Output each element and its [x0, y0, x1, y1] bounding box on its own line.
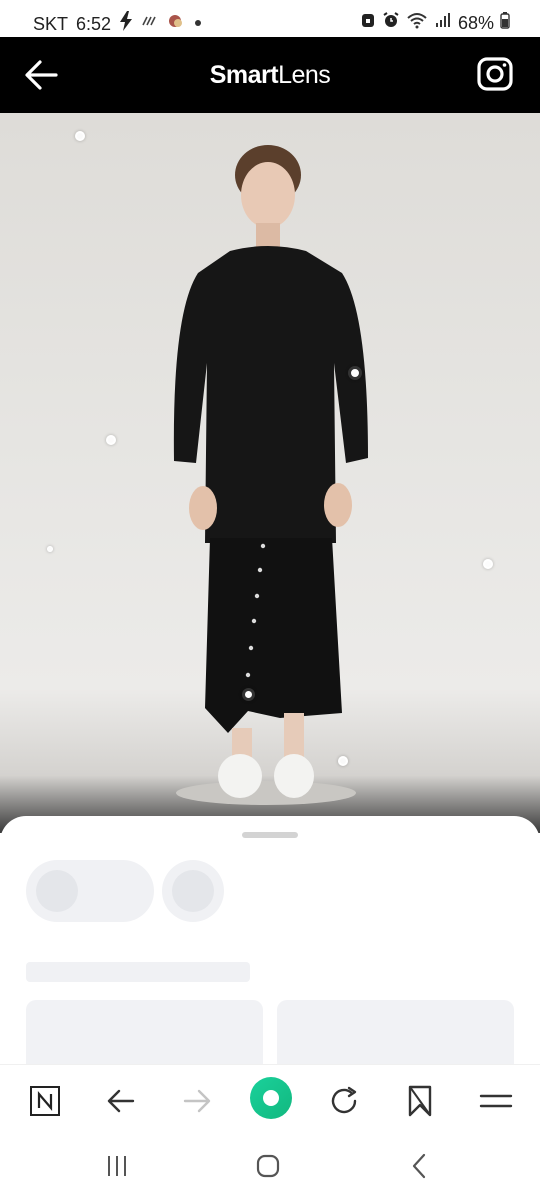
carrier-label: SKT — [33, 13, 69, 34]
home-button[interactable] — [246, 1148, 290, 1184]
bolt-icon — [119, 11, 133, 37]
skeleton-text-line — [26, 962, 250, 982]
hotspot-background-right[interactable] — [483, 559, 493, 569]
skeleton-thumb — [172, 870, 214, 912]
skeleton-card — [26, 1000, 263, 1064]
browser-toolbar — [0, 1064, 540, 1134]
camera-icon — [477, 57, 513, 91]
search-photo[interactable] — [0, 113, 540, 833]
hotspot-sleeve[interactable] — [348, 366, 362, 380]
browser-forward-button[interactable] — [175, 1079, 219, 1123]
status-left: SKT 6:52 — [33, 11, 203, 37]
alarm-lock-icon — [360, 11, 376, 35]
wifi-icon — [406, 11, 428, 35]
hotspot-skirt[interactable] — [242, 688, 255, 701]
hotspot-background-left[interactable] — [106, 435, 116, 445]
hotspot-shoe[interactable] — [338, 756, 348, 766]
model-figure-image — [173, 145, 368, 805]
naver-home-icon — [30, 1086, 60, 1116]
app-notification-icon — [167, 12, 185, 36]
page-title: SmartLens — [0, 61, 540, 90]
hotspot-background-low[interactable] — [47, 546, 53, 552]
dot-icon — [193, 14, 203, 34]
app-header: SmartLens — [0, 37, 540, 113]
skeleton-thumb — [36, 870, 78, 912]
camera-button[interactable] — [475, 54, 515, 94]
sheet-drag-handle[interactable] — [242, 832, 298, 838]
menu-button[interactable] — [474, 1079, 518, 1123]
hotspot-background-top[interactable] — [75, 131, 85, 141]
smart-lens-button[interactable] — [248, 1075, 294, 1121]
title-light: Lens — [278, 61, 331, 89]
skeleton-chip — [26, 860, 154, 922]
system-back-button[interactable] — [398, 1148, 442, 1184]
recent-apps-button[interactable] — [95, 1148, 139, 1184]
status-right: 68% — [360, 11, 510, 35]
menu-icon — [479, 1094, 513, 1108]
back-icon — [412, 1153, 426, 1179]
forward-arrow-icon — [183, 1089, 211, 1113]
reload-icon — [331, 1086, 357, 1114]
results-sheet[interactable] — [0, 816, 540, 1064]
smart-lens-icon — [250, 1077, 292, 1119]
skeleton-card — [277, 1000, 514, 1064]
title-bold: Smart — [209, 61, 279, 89]
cell-signal-icon — [434, 11, 452, 35]
signal-waves-icon — [141, 13, 159, 35]
recent-apps-icon — [108, 1156, 126, 1176]
system-nav-bar — [0, 1134, 540, 1200]
reload-button[interactable] — [323, 1079, 367, 1123]
clock: 6:52 — [76, 13, 112, 34]
battery-icon — [500, 11, 510, 35]
bookmark-icon — [408, 1085, 432, 1117]
battery-label: 68% — [457, 12, 494, 33]
bookmark-button[interactable] — [398, 1079, 442, 1123]
browser-back-button[interactable] — [99, 1079, 143, 1123]
skeleton-chip-round — [162, 860, 224, 922]
back-arrow-icon — [107, 1089, 135, 1113]
home-icon — [256, 1154, 280, 1178]
naver-home-button[interactable] — [23, 1079, 67, 1123]
screen: SKT 6:52 68% SmartLens — [0, 0, 540, 1200]
alarm-clock-icon — [382, 11, 400, 35]
